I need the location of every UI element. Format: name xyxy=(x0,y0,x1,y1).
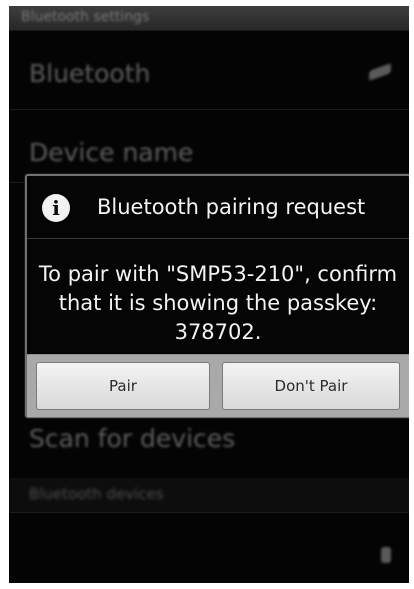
dialog-button-bar: Pair Don't Pair xyxy=(27,354,409,417)
pair-button[interactable]: Pair xyxy=(36,362,210,410)
info-icon: i xyxy=(42,194,70,222)
dialog-title: Bluetooth pairing request xyxy=(97,195,366,219)
pairing-dialog: i Bluetooth pairing request To pair with… xyxy=(25,174,409,418)
dont-pair-button[interactable]: Don't Pair xyxy=(222,362,400,410)
dialog-message: To pair with "SMP53-210", confirm that i… xyxy=(38,262,398,344)
phone-screen: Bluetooth settings Bluetooth Device name… xyxy=(9,6,409,583)
dialog-header: i Bluetooth pairing request xyxy=(27,176,409,239)
